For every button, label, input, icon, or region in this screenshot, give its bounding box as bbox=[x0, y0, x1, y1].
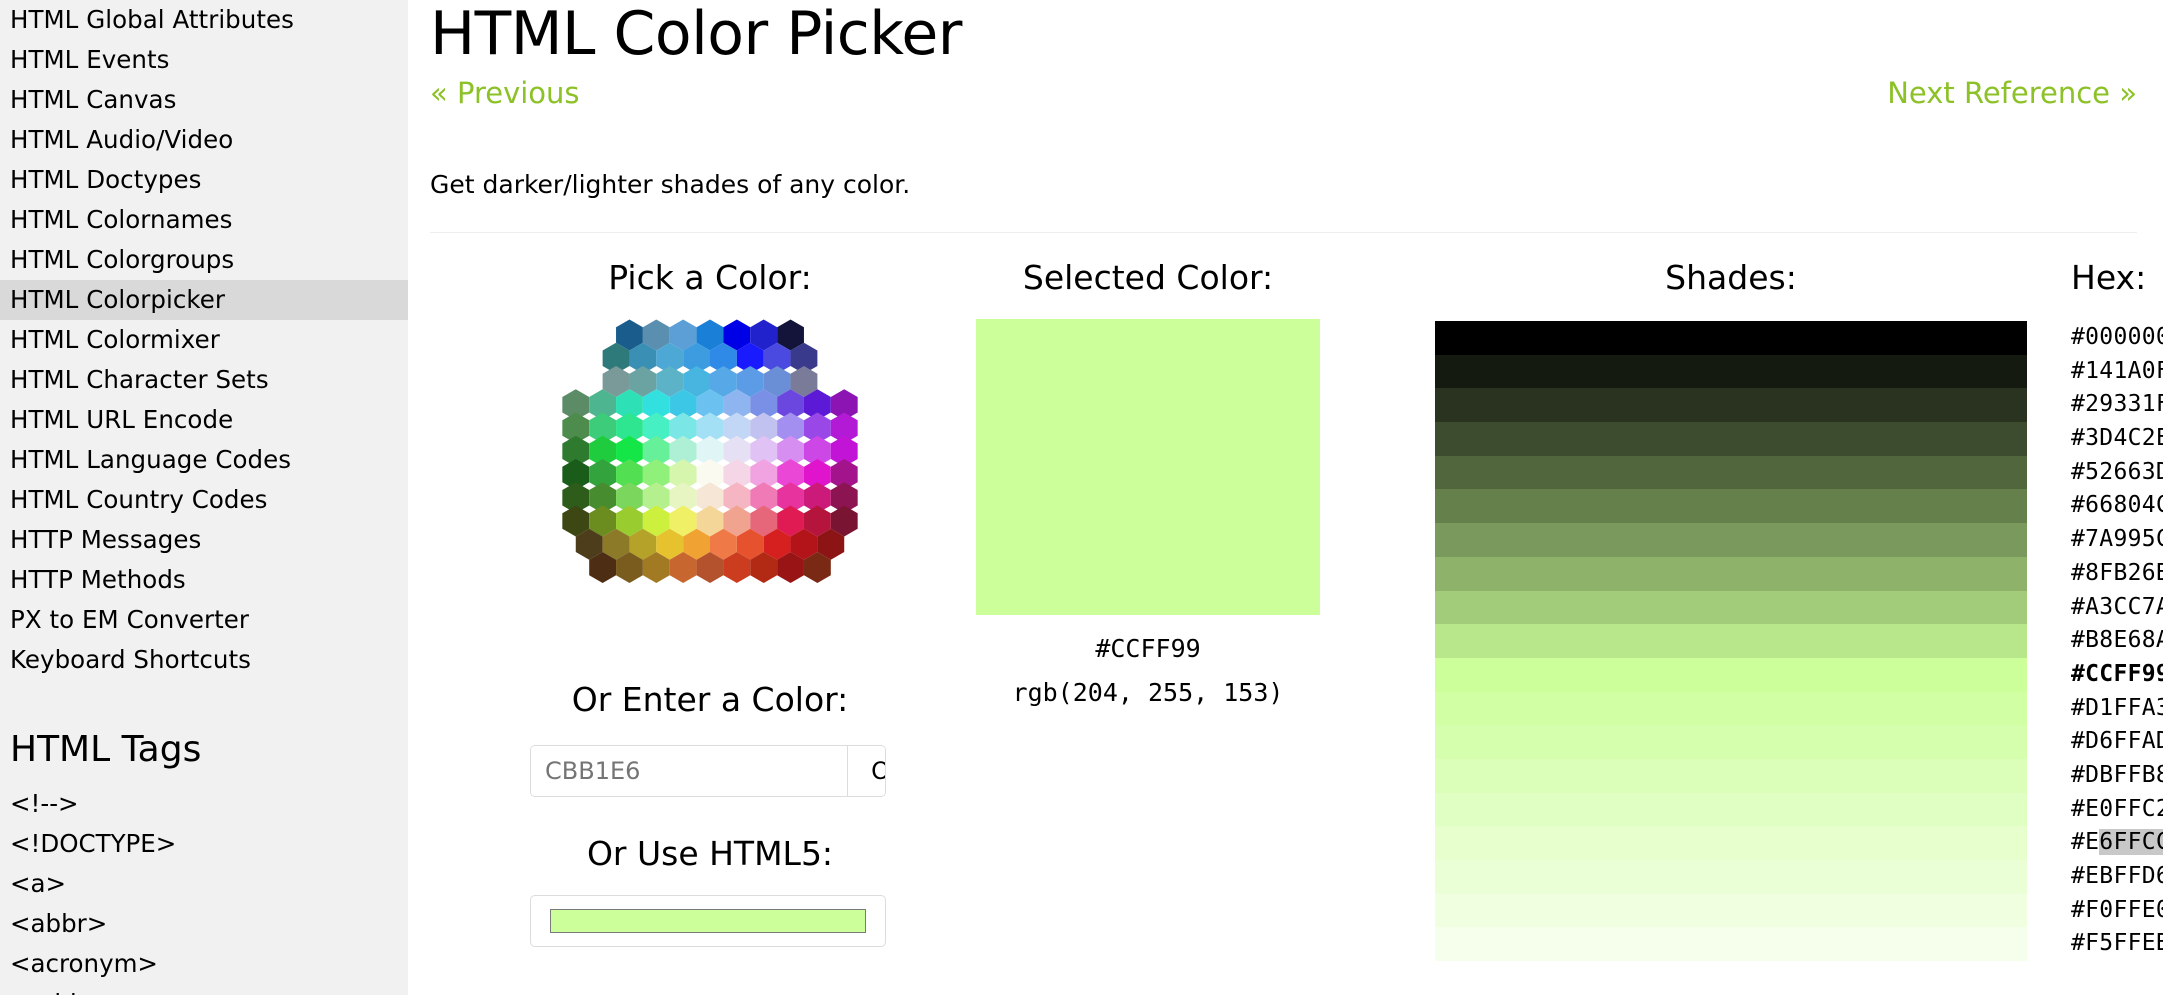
shade-bar[interactable] bbox=[1435, 556, 2027, 591]
sidebar-item-html-audio-video[interactable]: HTML Audio/Video bbox=[0, 120, 408, 160]
shade-hex-label: #D1FFA3 bbox=[2071, 694, 2163, 721]
tag-item[interactable]: <acronym> bbox=[0, 944, 408, 984]
reference-nav-list: HTML Global Attributes HTML Events HTML Ca… bbox=[0, 0, 408, 680]
shade-hex-label: #CCFF99 bbox=[2071, 660, 2163, 687]
sidebar-item-px-to-em-converter[interactable]: PX to EM Converter bbox=[0, 600, 408, 640]
selected-color-panel: Selected Color: #CCFF99 rgb(204, 255, 15… bbox=[970, 259, 1326, 715]
shade-bar[interactable] bbox=[1435, 590, 2027, 625]
shade-hex-label: #52663D bbox=[2071, 458, 2163, 485]
html-tags-list: <!--><!DOCTYPE><a><abbr><acronym><addres… bbox=[0, 784, 408, 995]
shades-title: Shades: bbox=[1665, 258, 1797, 297]
ok-button[interactable]: OK bbox=[847, 746, 885, 796]
shade-bar[interactable] bbox=[1435, 657, 2027, 692]
tag-item[interactable]: <address> bbox=[0, 984, 408, 995]
previous-link[interactable]: « Previous bbox=[430, 76, 580, 110]
sidebar-item-html-colornames[interactable]: HTML Colornames bbox=[0, 200, 408, 240]
main-content: HTML Color Picker « Previous Next Refere… bbox=[408, 0, 2163, 995]
sidebar-item-html-canvas[interactable]: HTML Canvas bbox=[0, 80, 408, 120]
color-hex-input[interactable] bbox=[531, 746, 847, 796]
shade-hex-label: #F0FFE0 bbox=[2071, 896, 2163, 923]
html5-color-panel: Or Use HTML5: bbox=[530, 835, 890, 947]
selected-color-title: Selected Color: bbox=[1022, 258, 1274, 297]
shade-hex-label: #000000 bbox=[2071, 324, 2163, 350]
shades-header-row: Shades: Hex: bbox=[1435, 259, 2163, 299]
html5-color-title: Or Use HTML5: bbox=[586, 834, 834, 873]
shade-bar[interactable] bbox=[1435, 624, 2027, 658]
sidebar-item-http-messages[interactable]: HTTP Messages bbox=[0, 520, 408, 560]
sidebar-item-html-colorgroups[interactable]: HTML Colorgroups bbox=[0, 240, 408, 280]
sidebar-item-http-methods[interactable]: HTTP Methods bbox=[0, 560, 408, 600]
shade-hex-label: #B8E68A bbox=[2071, 627, 2163, 654]
shade-hex-column: #000000 #141A0F #29331F #3D4C2E #52663D #6680… bbox=[2027, 321, 2163, 961]
shade-bar[interactable] bbox=[1435, 691, 2027, 726]
sidebar-item-keyboard-shortcuts[interactable]: Keyboard Shortcuts bbox=[0, 640, 408, 680]
shade-bar[interactable] bbox=[1435, 388, 2027, 423]
sidebar-item-html-country-codes[interactable]: HTML Country Codes bbox=[0, 480, 408, 520]
shade-hex-label: #66804C bbox=[2071, 492, 2163, 519]
shade-hex-label: #E0FFC2 bbox=[2071, 795, 2163, 822]
sidebar-item-html-global-attributes[interactable]: HTML Global Attributes bbox=[0, 0, 408, 40]
shade-bar[interactable] bbox=[1435, 893, 2027, 928]
shade-bar[interactable] bbox=[1435, 321, 2027, 355]
shade-bar[interactable] bbox=[1435, 354, 2027, 389]
tag-item[interactable]: <!--> bbox=[0, 784, 408, 824]
shade-bar[interactable] bbox=[1435, 927, 2027, 962]
color-entry-row: OK bbox=[530, 745, 886, 797]
sidebar-item-html-colorpicker[interactable]: HTML Colorpicker bbox=[0, 280, 408, 320]
reference-pagination: « Previous Next Reference » bbox=[430, 76, 2163, 124]
enter-a-color-title: Or Enter a Color: bbox=[571, 680, 849, 719]
shade-hex-label: #DBFFB8 bbox=[2071, 761, 2163, 788]
selected-color-hex: #CCFF99 bbox=[1095, 634, 1201, 663]
shades-panel: Shades: Hex: #000000 #141A0F #29331F #3D4C2… bbox=[1435, 259, 2163, 962]
shade-bar[interactable] bbox=[1435, 860, 2027, 894]
tag-item[interactable]: <a> bbox=[0, 864, 408, 904]
shade-bar[interactable] bbox=[1435, 422, 2027, 456]
shade-bar[interactable] bbox=[1435, 792, 2027, 827]
color-tools-panels: Pick a Color: Or Enter a Color: OK Or Us… bbox=[430, 233, 2163, 993]
intro-description: Get darker/lighter shades of any color. bbox=[430, 170, 911, 199]
shade-bar[interactable] bbox=[1435, 826, 2027, 860]
tag-item[interactable]: <abbr> bbox=[0, 904, 408, 944]
shade-hex-label: #D6FFAD bbox=[2071, 728, 2163, 755]
selected-color-swatch bbox=[976, 319, 1320, 615]
shade-hex-label: #3D4C2E bbox=[2071, 425, 2163, 452]
shade-hex-label: #8FB26B bbox=[2071, 559, 2163, 586]
shade-bar[interactable] bbox=[1435, 725, 2027, 759]
hex-column-title: Hex: bbox=[2071, 258, 2147, 297]
tag-item[interactable]: <!DOCTYPE> bbox=[0, 824, 408, 864]
color-wheel-hexagon[interactable] bbox=[530, 317, 890, 605]
shade-bar[interactable] bbox=[1435, 455, 2027, 490]
shade-bar[interactable] bbox=[1435, 523, 2027, 557]
sidebar-item-html-doctypes[interactable]: HTML Doctypes bbox=[0, 160, 408, 200]
shade-hex-label: #7A995C bbox=[2071, 526, 2163, 553]
shade-hex-label: #29331F bbox=[2071, 391, 2163, 418]
html5-color-swatch bbox=[550, 909, 866, 933]
sidebar-item-html-character-sets[interactable]: HTML Character Sets bbox=[0, 360, 408, 400]
sidebar-item-html-url-encode[interactable]: HTML URL Encode bbox=[0, 400, 408, 440]
shade-hex-label: #E6FFCC bbox=[2071, 826, 2163, 860]
shade-hex-label: #A3CC7A bbox=[2071, 593, 2163, 620]
html-tags-heading: HTML Tags bbox=[10, 729, 202, 770]
pick-a-color-panel: Pick a Color: bbox=[530, 259, 890, 605]
shade-bar[interactable] bbox=[1435, 489, 2027, 524]
pick-a-color-title: Pick a Color: bbox=[608, 258, 812, 297]
sidebar-item-html-language-codes[interactable]: HTML Language Codes bbox=[0, 440, 408, 480]
sidebar-item-html-events[interactable]: HTML Events bbox=[0, 40, 408, 80]
next-reference-link[interactable]: Next Reference » bbox=[1887, 76, 2137, 110]
shades-body: #000000 #141A0F #29331F #3D4C2E #52663D #6680… bbox=[1435, 321, 2163, 962]
html5-color-input[interactable] bbox=[530, 895, 886, 947]
sidebar-item-html-colormixer[interactable]: HTML Colormixer bbox=[0, 320, 408, 360]
shade-hex-label: #141A0F bbox=[2071, 357, 2163, 384]
shade-hex-label: #EBFFD6 bbox=[2071, 863, 2163, 889]
selected-color-rgb: rgb(204, 255, 153) bbox=[1012, 678, 1284, 707]
shade-hex-label: #F5FFEB bbox=[2071, 930, 2163, 957]
enter-a-color-panel: Or Enter a Color: OK bbox=[530, 681, 890, 797]
color-picker-page: HTML Global Attributes HTML Events HTML Ca… bbox=[0, 0, 2163, 995]
shade-bar[interactable] bbox=[1435, 758, 2027, 793]
left-sidebar-nav: HTML Global Attributes HTML Events HTML Ca… bbox=[0, 0, 408, 995]
page-title: HTML Color Picker bbox=[430, 0, 962, 69]
shade-bars-column[interactable] bbox=[1435, 321, 2027, 962]
